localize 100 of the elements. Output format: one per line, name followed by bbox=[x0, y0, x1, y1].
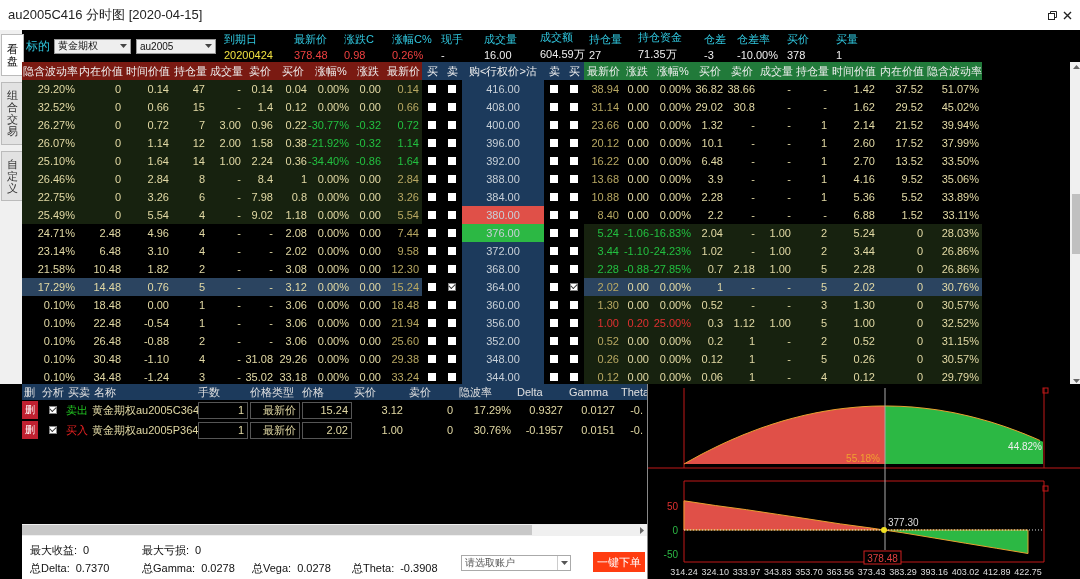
table-cell[interactable]: 2.28 bbox=[584, 260, 622, 278]
table-cell[interactable]: 0.00% bbox=[310, 368, 352, 386]
table-cell[interactable]: 23.66 bbox=[584, 116, 622, 134]
table-cell[interactable]: 0.00 bbox=[352, 368, 384, 386]
table-cell[interactable]: - bbox=[208, 350, 244, 368]
table-cell[interactable]: -0.32 bbox=[352, 134, 384, 152]
table-cell[interactable]: 1.64 bbox=[124, 152, 172, 170]
table-cell[interactable]: - bbox=[208, 80, 244, 98]
table-cell[interactable]: 0 bbox=[78, 116, 124, 134]
checkbox[interactable] bbox=[570, 157, 578, 165]
table-cell[interactable]: 0.00% bbox=[652, 296, 694, 314]
table-cell[interactable]: - bbox=[758, 80, 794, 98]
table-cell[interactable]: - bbox=[726, 116, 758, 134]
table-cell[interactable]: 9.58 bbox=[384, 242, 422, 260]
table-cell[interactable]: 6.48 bbox=[694, 152, 726, 170]
table-cell[interactable]: 28.03% bbox=[926, 224, 982, 242]
table-cell[interactable]: 13.68 bbox=[584, 170, 622, 188]
checkbox[interactable] bbox=[428, 139, 436, 147]
table-cell[interactable]: - bbox=[208, 314, 244, 332]
table-cell[interactable]: 0.00 bbox=[622, 296, 652, 314]
table-cell[interactable]: 1.00 bbox=[584, 314, 622, 332]
table-cell[interactable]: 2.02 bbox=[276, 242, 310, 260]
table-cell[interactable]: 0.04 bbox=[276, 80, 310, 98]
table-cell[interactable]: 0.00 bbox=[352, 224, 384, 242]
checkbox[interactable] bbox=[570, 337, 578, 345]
table-cell[interactable]: 38.94 bbox=[584, 80, 622, 98]
table-cell[interactable]: 0 bbox=[78, 152, 124, 170]
table-cell[interactable]: - bbox=[244, 260, 276, 278]
table-cell[interactable]: 22.75% bbox=[22, 188, 78, 206]
table-cell[interactable]: 1 bbox=[794, 152, 830, 170]
table-cell[interactable]: 1 bbox=[694, 278, 726, 296]
table-cell[interactable]: 0.00 bbox=[352, 170, 384, 188]
checkbox[interactable] bbox=[550, 175, 558, 183]
table-cell[interactable]: 0 bbox=[78, 134, 124, 152]
table-cell[interactable]: 5 bbox=[794, 278, 830, 296]
table-cell[interactable]: 0.00 bbox=[622, 116, 652, 134]
checkbox[interactable] bbox=[448, 355, 456, 363]
table-cell[interactable]: 0.00 bbox=[622, 170, 652, 188]
checkbox[interactable] bbox=[448, 121, 456, 129]
checkbox[interactable] bbox=[428, 247, 436, 255]
table-cell[interactable]: 21.94 bbox=[384, 314, 422, 332]
table-cell[interactable]: 37.99% bbox=[926, 134, 982, 152]
table-cell[interactable]: 0.00% bbox=[652, 98, 694, 116]
table-cell[interactable]: 0.00% bbox=[652, 350, 694, 368]
table-cell[interactable]: 1.00 bbox=[830, 314, 878, 332]
table-cell[interactable]: 0.00 bbox=[352, 260, 384, 278]
table-cell[interactable]: 0.00% bbox=[310, 206, 352, 224]
table-cell[interactable]: 0.00 bbox=[352, 188, 384, 206]
table-cell[interactable]: - bbox=[794, 206, 830, 224]
table-cell[interactable]: 3.10 bbox=[124, 242, 172, 260]
table-cell[interactable]: 0.00 bbox=[622, 278, 652, 296]
table-cell[interactable]: 39.94% bbox=[926, 116, 982, 134]
table-cell[interactable]: 0.00% bbox=[652, 116, 694, 134]
table-cell[interactable]: 0.00% bbox=[310, 242, 352, 260]
table-cell[interactable]: 2.60 bbox=[830, 134, 878, 152]
table-cell[interactable]: 3.26 bbox=[384, 188, 422, 206]
table-cell[interactable]: 0.38 bbox=[276, 134, 310, 152]
table-cell[interactable]: 2.70 bbox=[830, 152, 878, 170]
table-cell[interactable]: 34.48 bbox=[78, 368, 124, 386]
table-cell[interactable]: - bbox=[758, 278, 794, 296]
table-cell[interactable]: 2 bbox=[172, 260, 208, 278]
table-cell[interactable]: 0.00% bbox=[310, 296, 352, 314]
checkbox[interactable] bbox=[550, 337, 558, 345]
checkbox[interactable] bbox=[550, 319, 558, 327]
table-cell[interactable]: 0.00 bbox=[622, 206, 652, 224]
table-cell[interactable]: 0.00 bbox=[352, 350, 384, 368]
table-cell[interactable]: 2.84 bbox=[124, 170, 172, 188]
table-cell[interactable]: - bbox=[244, 278, 276, 296]
checkbox[interactable] bbox=[448, 265, 456, 273]
table-cell[interactable]: - bbox=[758, 188, 794, 206]
delete-button[interactable]: 删 bbox=[22, 401, 38, 419]
table-cell[interactable]: 0.00% bbox=[652, 134, 694, 152]
table-cell[interactable]: 0.14 bbox=[244, 80, 276, 98]
table-cell[interactable]: 1.4 bbox=[244, 98, 276, 116]
table-cell[interactable]: - bbox=[726, 242, 758, 260]
table-cell[interactable]: 1.18 bbox=[276, 206, 310, 224]
product-dropdown[interactable]: 黄金期权 bbox=[54, 38, 131, 54]
table-cell[interactable]: 10.48 bbox=[78, 260, 124, 278]
checkbox[interactable] bbox=[570, 121, 578, 129]
checkbox[interactable] bbox=[550, 283, 558, 291]
table-cell[interactable]: 0.00 bbox=[352, 296, 384, 314]
checkbox[interactable] bbox=[428, 373, 436, 381]
table-cell[interactable]: -0.54 bbox=[124, 314, 172, 332]
checkbox[interactable] bbox=[428, 283, 436, 291]
table-cell[interactable]: 3.06 bbox=[276, 296, 310, 314]
table-cell[interactable]: 0.00% bbox=[310, 188, 352, 206]
table-cell[interactable]: 31.14 bbox=[584, 98, 622, 116]
table-cell[interactable]: 33.18 bbox=[276, 368, 310, 386]
checkbox[interactable] bbox=[570, 265, 578, 273]
table-cell[interactable]: -16.83% bbox=[652, 224, 694, 242]
checkbox[interactable] bbox=[550, 301, 558, 309]
table-cell[interactable]: 5.54 bbox=[124, 206, 172, 224]
table-cell[interactable]: 0.00 bbox=[352, 80, 384, 98]
table-cell[interactable]: -0.88 bbox=[622, 260, 652, 278]
checkbox[interactable] bbox=[448, 319, 456, 327]
table-cell[interactable]: -1.10 bbox=[622, 242, 652, 260]
table-cell[interactable]: 2.04 bbox=[694, 224, 726, 242]
table-cell[interactable]: 5 bbox=[794, 350, 830, 368]
table-cell[interactable]: 15 bbox=[172, 98, 208, 116]
delete-button[interactable]: 删 bbox=[22, 421, 38, 439]
